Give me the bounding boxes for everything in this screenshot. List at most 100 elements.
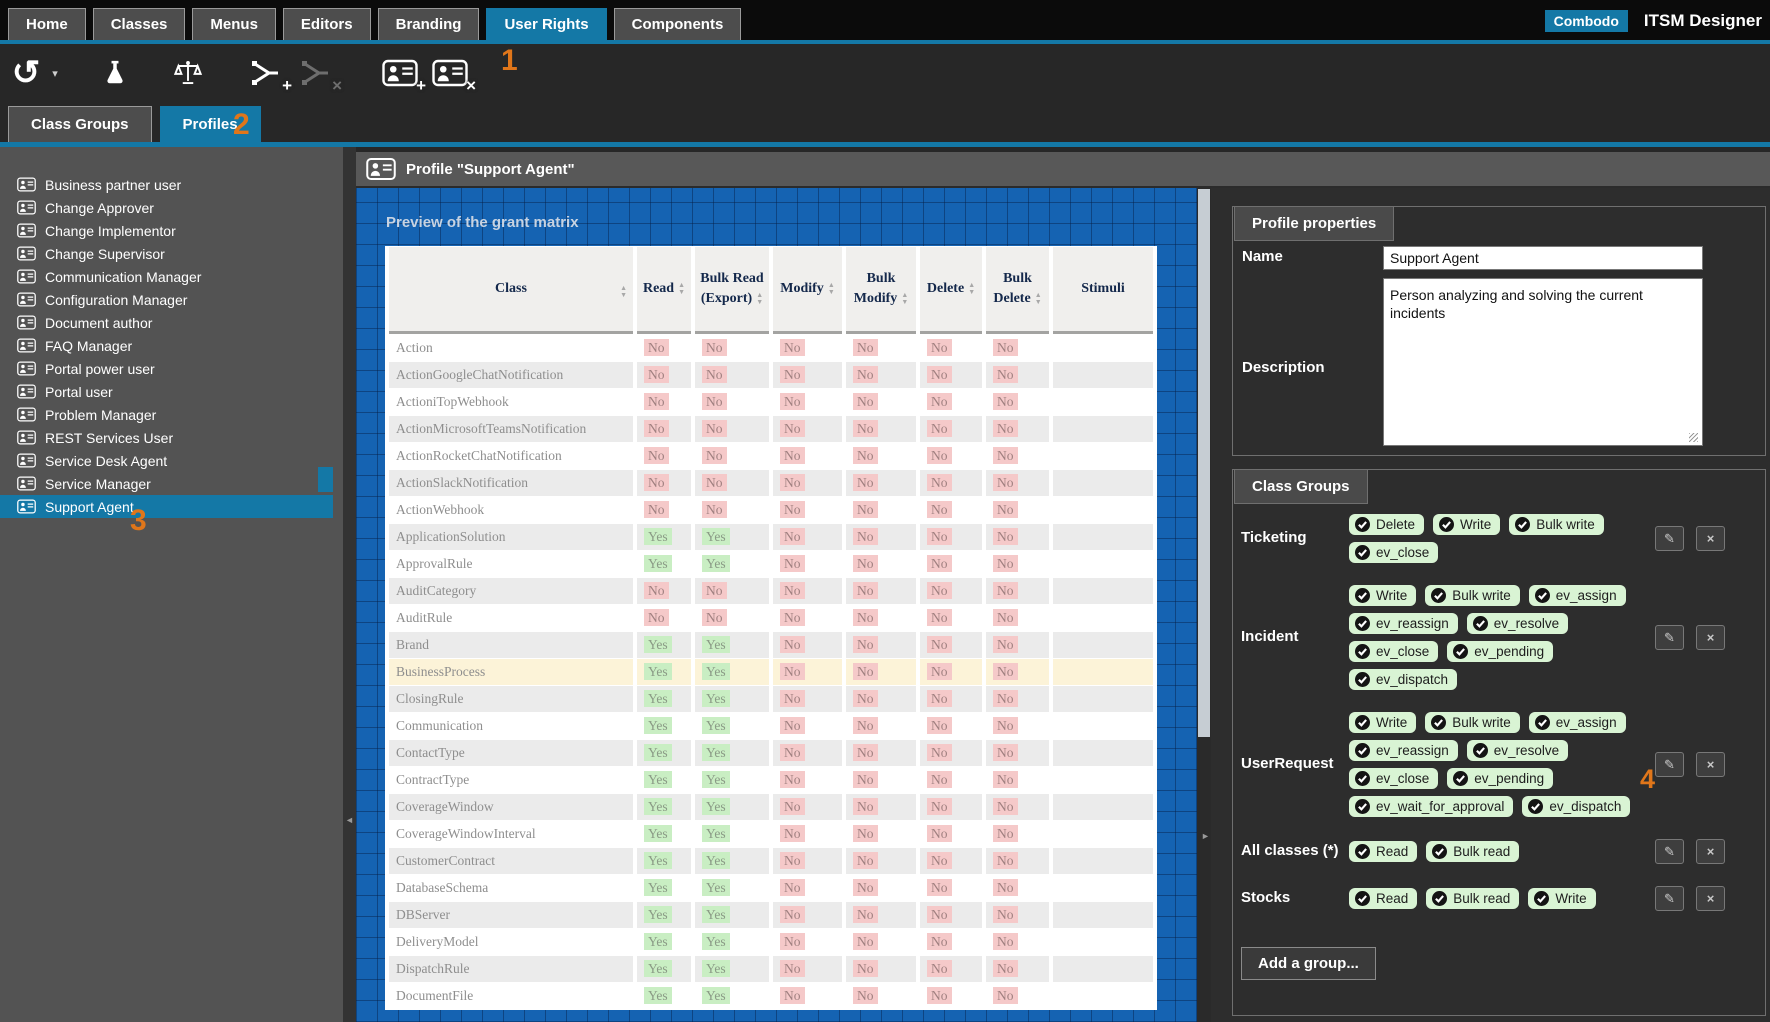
profile-list-item[interactable]: Change Implementor xyxy=(0,219,333,242)
nav-tab-components[interactable]: Components xyxy=(614,8,742,41)
column-header-modify[interactable]: Modify▲▼ xyxy=(773,247,842,334)
matrix-scrollbar-thumb[interactable] xyxy=(1198,189,1210,737)
grant-value: No xyxy=(780,474,805,491)
table-row: ApprovalRuleYesYesNoNoNoNo xyxy=(389,551,1153,577)
grant-value: Yes xyxy=(644,555,672,572)
grant-cell: No xyxy=(986,335,1049,361)
profile-list-item[interactable]: Portal power user xyxy=(0,357,333,380)
grant-value: No xyxy=(993,825,1018,842)
profile-list-item[interactable]: Problem Manager xyxy=(0,403,333,426)
content-area: Business partner userChange ApproverChan… xyxy=(0,147,1770,1022)
check-icon xyxy=(1355,891,1370,906)
column-header-bulk-modify[interactable]: Bulk Modify▲▼ xyxy=(846,247,916,334)
sort-icon[interactable]: ▲▼ xyxy=(678,282,685,296)
profile-list-item[interactable]: Communication Manager xyxy=(0,265,333,288)
edit-group-button[interactable]: ✎ xyxy=(1655,886,1684,911)
compare-button[interactable] xyxy=(168,52,208,94)
sort-icon[interactable]: ▲▼ xyxy=(901,292,908,306)
nav-tab-classes[interactable]: Classes xyxy=(93,8,186,41)
edit-group-button[interactable]: ✎ xyxy=(1655,752,1684,777)
sort-icon[interactable]: ▲▼ xyxy=(756,292,763,306)
remove-group-button[interactable]: × xyxy=(1696,752,1725,777)
add-group-button[interactable]: Add a group... xyxy=(1241,947,1376,980)
profile-list-item[interactable]: FAQ Manager xyxy=(0,334,333,357)
remove-group-button[interactable]: × xyxy=(1696,625,1725,650)
column-header-bulk-read-export-[interactable]: Bulk Read (Export)▲▼ xyxy=(695,247,769,334)
add-branch-button[interactable]: + xyxy=(246,52,288,94)
class-group-name: Incident xyxy=(1241,628,1349,647)
profile-list-item[interactable]: Business partner user xyxy=(0,173,333,196)
remove-group-button[interactable]: × xyxy=(1696,526,1725,551)
class-group-row: UserRequestWriteBulk writeev_assignev_re… xyxy=(1241,712,1757,817)
stimuli-cell xyxy=(1053,956,1153,982)
profile-list-item[interactable]: Change Approver xyxy=(0,196,333,219)
tab-class-groups[interactable]: Class Groups xyxy=(8,106,152,142)
class-cell: AuditCategory xyxy=(389,578,633,604)
permission-badge: ev_resolve xyxy=(1467,740,1568,761)
delete-profile-button[interactable]: × xyxy=(428,52,472,94)
permission-badge: ev_dispatch xyxy=(1349,669,1457,690)
grant-cell: No xyxy=(773,605,842,631)
remove-group-button[interactable]: × xyxy=(1696,886,1725,911)
edit-group-button[interactable]: ✎ xyxy=(1655,839,1684,864)
grant-cell: No xyxy=(773,659,842,685)
column-header-bulk-delete[interactable]: Bulk Delete▲▼ xyxy=(986,247,1049,334)
collapse-left-icon[interactable]: ◄ xyxy=(345,815,354,825)
column-header-delete[interactable]: Delete▲▼ xyxy=(920,247,982,334)
grant-value: Yes xyxy=(644,852,672,869)
matrix-scrollbar[interactable] xyxy=(1197,188,1211,1022)
grant-value: Yes xyxy=(702,852,730,869)
remove-group-button[interactable]: × xyxy=(1696,839,1725,864)
sort-icon[interactable]: ▲▼ xyxy=(620,285,627,299)
grant-value: No xyxy=(853,609,878,626)
test-model-button[interactable] xyxy=(96,52,134,94)
name-field[interactable] xyxy=(1383,246,1703,270)
column-header-read[interactable]: Read▲▼ xyxy=(637,247,691,334)
delete-branch-button[interactable]: × xyxy=(296,52,338,94)
close-icon: × xyxy=(1707,531,1715,546)
grant-cell: Yes xyxy=(695,767,769,793)
grant-cell: No xyxy=(920,767,982,793)
add-profile-button[interactable]: + xyxy=(378,52,422,94)
grant-cell: No xyxy=(773,443,842,469)
sort-icon[interactable]: ▲▼ xyxy=(828,282,835,296)
collapse-right-icon[interactable]: ► xyxy=(1201,831,1210,841)
grant-cell: No xyxy=(920,929,982,955)
nav-tab-branding[interactable]: Branding xyxy=(378,8,480,41)
nav-tab-home[interactable]: Home xyxy=(8,8,86,41)
grant-cell: No xyxy=(846,524,916,550)
column-header-class[interactable]: Class▲▼ xyxy=(389,247,633,334)
grant-cell: No xyxy=(695,362,769,388)
branch-add-icon xyxy=(252,60,282,86)
profile-list-item[interactable]: Service Desk Agent xyxy=(0,449,333,472)
edit-group-button[interactable]: ✎ xyxy=(1655,526,1684,551)
profile-card-icon xyxy=(17,246,36,261)
nav-tab-editors[interactable]: Editors xyxy=(283,8,371,41)
profile-list-item[interactable]: Configuration Manager xyxy=(0,288,333,311)
profile-list-item[interactable]: REST Services User xyxy=(0,426,333,449)
description-field[interactable]: Person analyzing and solving the current… xyxy=(1383,278,1703,446)
check-icon xyxy=(1431,715,1446,730)
profile-list-item[interactable]: Portal user xyxy=(0,380,333,403)
panel-splitter[interactable]: ◄ xyxy=(343,147,356,1022)
profile-list-item[interactable]: Support Agent xyxy=(0,495,333,518)
profile-list-item[interactable]: Document author xyxy=(0,311,333,334)
nav-tab-user-rights[interactable]: User Rights xyxy=(486,8,606,41)
grant-value: No xyxy=(993,717,1018,734)
nav-tab-menus[interactable]: Menus xyxy=(192,8,276,41)
textarea-resize-grip[interactable] xyxy=(1689,433,1698,442)
edit-group-button[interactable]: ✎ xyxy=(1655,625,1684,650)
undo-button[interactable]: ↺ xyxy=(8,52,44,94)
profile-list-item[interactable]: Change Supervisor xyxy=(0,242,333,265)
sort-icon[interactable]: ▲▼ xyxy=(1035,292,1042,306)
undo-dropdown-button[interactable]: ▾ xyxy=(48,52,62,94)
sort-icon[interactable]: ▲▼ xyxy=(968,282,975,296)
sidebar-scrollbar-thumb[interactable] xyxy=(318,467,333,492)
permission-badge: Bulk write xyxy=(1425,585,1520,606)
profile-list-item[interactable]: Service Manager xyxy=(0,472,333,495)
grant-cell: No xyxy=(637,362,691,388)
grant-value: No xyxy=(702,447,727,464)
class-group-row: All classes (*)ReadBulk read✎× xyxy=(1241,839,1757,864)
grant-value: Yes xyxy=(702,960,730,977)
grant-value: No xyxy=(993,474,1018,491)
